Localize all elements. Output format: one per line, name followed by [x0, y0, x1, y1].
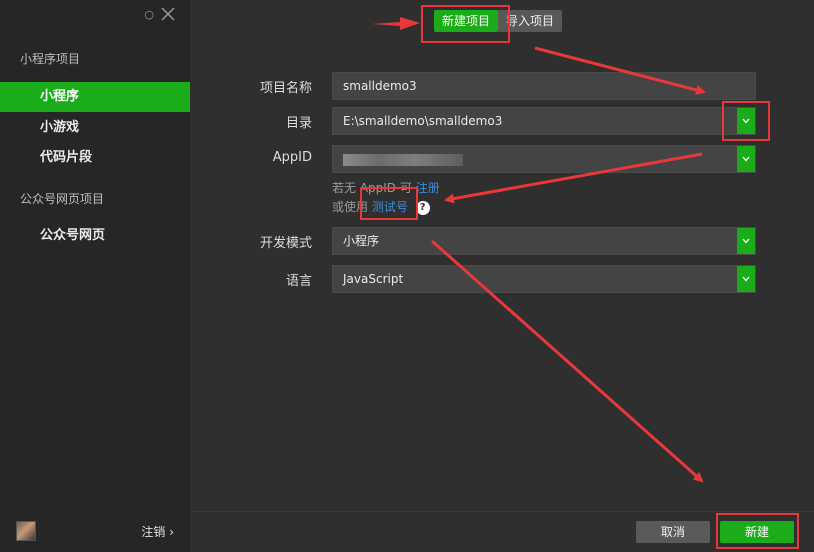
sidebar-group-miniprogram: 小程序项目 [20, 52, 81, 66]
register-hint-text: 若无 AppID 可 [332, 181, 412, 195]
dev-mode-label: 开发模式 [259, 236, 312, 251]
chevron-down-icon[interactable] [737, 266, 755, 292]
language-value: JavaScript [343, 272, 404, 286]
language-label: 语言 [285, 274, 312, 289]
directory-label: 目录 [285, 116, 312, 131]
directory-select[interactable]: E:\smalldemo\smalldemo3 [332, 107, 756, 135]
chevron-down-icon[interactable] [737, 228, 755, 254]
chevron-down-icon[interactable] [737, 108, 755, 134]
cancel-button[interactable]: 取消 [636, 521, 710, 543]
appid-label: AppID [272, 150, 312, 165]
test-account-hint: 或使用 测试号 ? [332, 198, 430, 215]
sidebar-group-official-account: 公众号网页项目 [20, 192, 105, 206]
sidebar-item-code-snippet[interactable]: 代码片段 [0, 143, 190, 173]
appid-register-hint: 若无 AppID 可 注册 [332, 179, 440, 196]
register-link[interactable]: 注册 [416, 181, 440, 195]
tab-new-project[interactable]: 新建项目 [434, 10, 499, 32]
bottom-action-bar: 取消 新建 [190, 511, 814, 552]
language-select[interactable]: JavaScript [332, 265, 756, 293]
project-tabs: 新建项目 导入项目 [434, 10, 563, 32]
test-account-hint-text: 或使用 [332, 200, 369, 214]
chevron-down-icon[interactable] [737, 146, 755, 172]
minimize-icon[interactable]: ○ [144, 8, 154, 21]
avatar[interactable] [16, 521, 36, 541]
project-name-input[interactable]: smalldemo3 [332, 72, 756, 100]
appid-select[interactable] [332, 145, 756, 173]
create-button[interactable]: 新建 [720, 521, 794, 543]
dev-mode-select[interactable]: 小程序 [332, 227, 756, 255]
tab-import-project[interactable]: 导入项目 [498, 10, 563, 32]
sidebar-item-minigame[interactable]: 小游戏 [0, 113, 190, 143]
logout-button[interactable]: 注销 › [141, 523, 174, 540]
sidebar: ○ 小程序项目 小程序 小游戏 代码片段 公众号网页项目 公众号网页 注销 › [0, 0, 190, 552]
test-account-link[interactable]: 测试号 [372, 200, 408, 214]
help-icon[interactable]: ? [415, 200, 430, 215]
sidebar-footer: 注销 › [0, 512, 190, 552]
window-controls: ○ [144, 6, 176, 22]
main-panel: 新建项目 导入项目 项目名称 smalldemo3 目录 E:\smalldem… [190, 0, 814, 552]
appid-masked-value [343, 153, 463, 166]
sidebar-item-official-web[interactable]: 公众号网页 [0, 221, 190, 251]
project-name-label: 项目名称 [259, 81, 312, 96]
sidebar-item-miniprogram[interactable]: 小程序 [0, 82, 190, 112]
close-icon[interactable] [160, 6, 176, 22]
dev-mode-value: 小程序 [343, 234, 380, 248]
directory-value: E:\smalldemo\smalldemo3 [343, 114, 503, 128]
